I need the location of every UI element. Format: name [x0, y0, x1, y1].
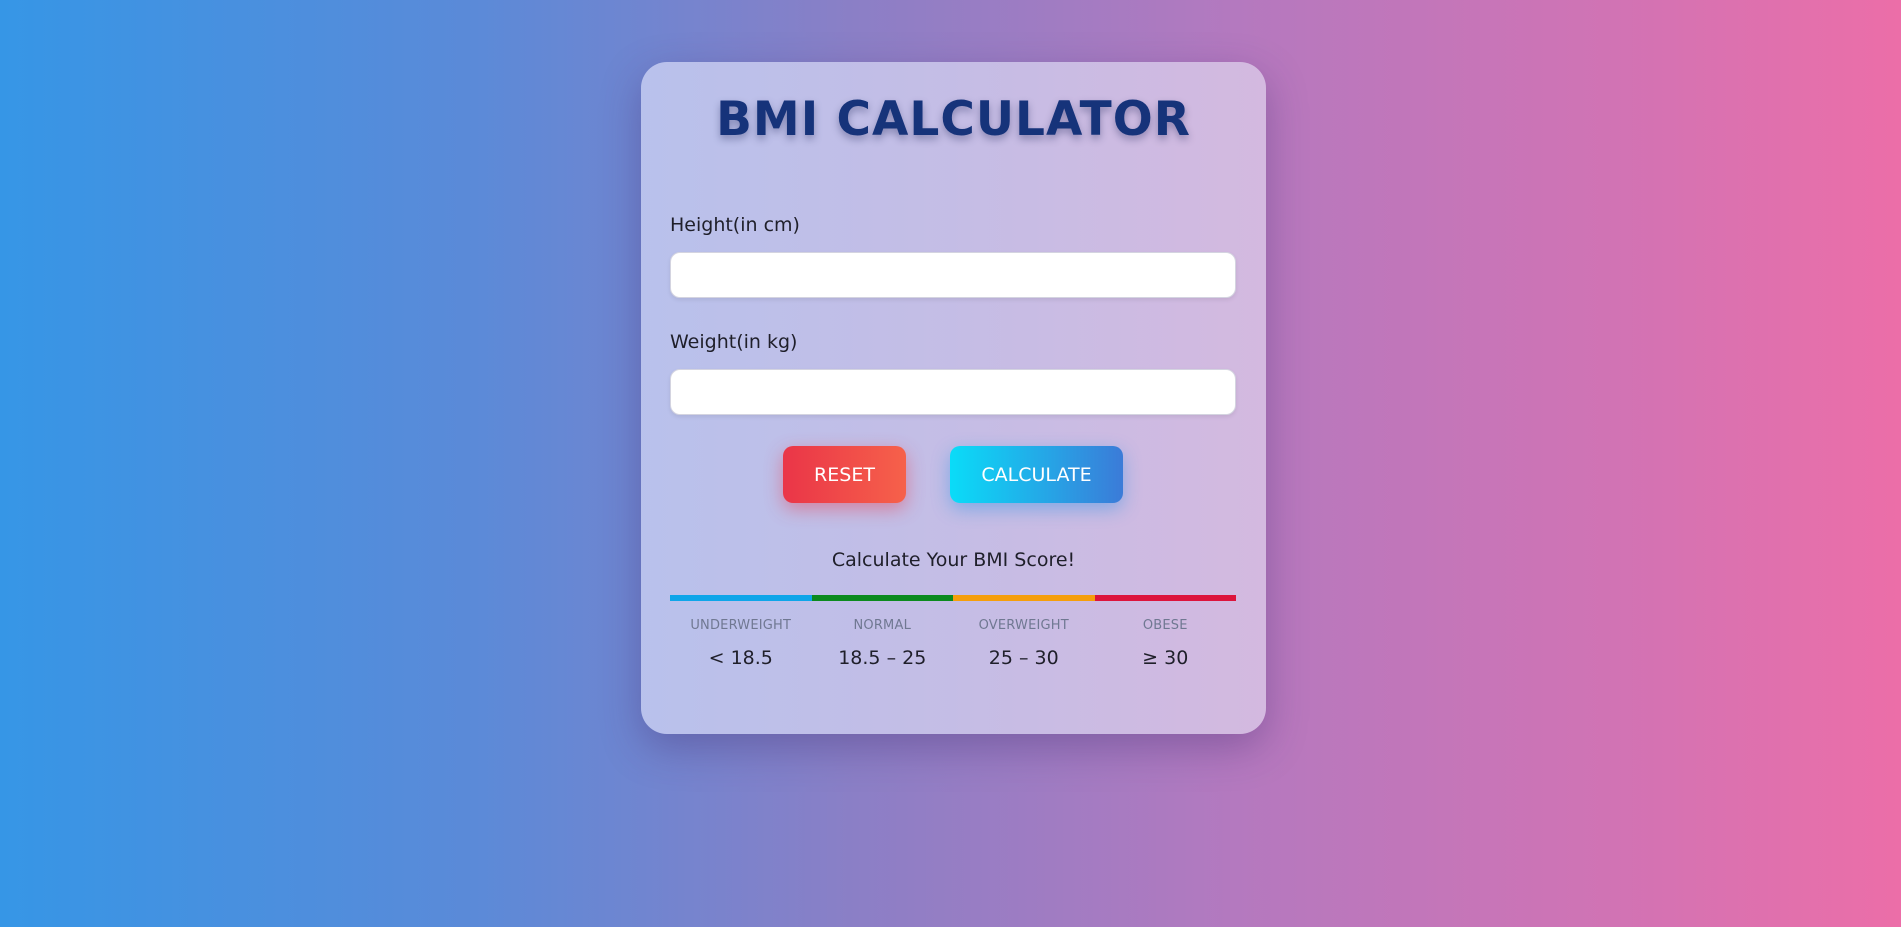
scale-category-name: UNDERWEIGHT	[690, 618, 792, 633]
scale-category-range: < 18.5	[708, 647, 773, 669]
scale-category-range: 18.5 – 25	[838, 647, 927, 669]
scale-category-name: NORMAL	[853, 618, 912, 633]
scale-column-underweight: UNDERWEIGHT < 18.5	[670, 601, 812, 669]
scale-category-range: ≥ 30	[1142, 647, 1189, 669]
scale-category-name: OVERWEIGHT	[978, 618, 1069, 633]
scale-column-overweight: OVERWEIGHT 25 – 30	[953, 601, 1095, 669]
height-label: Height(in cm)	[670, 214, 800, 236]
calculate-button[interactable]: CALCULATE	[950, 446, 1123, 503]
weight-input[interactable]	[670, 369, 1236, 415]
result-message: Calculate Your BMI Score!	[831, 549, 1076, 571]
height-input[interactable]	[670, 252, 1236, 298]
page-title: BMI CALCULATOR	[716, 92, 1191, 147]
scale-category-name: OBESE	[1142, 618, 1188, 633]
bmi-scale: UNDERWEIGHT < 18.5 NORMAL 18.5 – 25 OVER…	[670, 595, 1236, 669]
scale-category-range: 25 – 30	[988, 647, 1059, 669]
reset-button[interactable]: RESET	[783, 446, 906, 503]
bmi-card: BMI CALCULATOR Height(in cm) Weight(in k…	[641, 62, 1266, 734]
weight-label: Weight(in kg)	[670, 331, 798, 353]
scale-column-normal: NORMAL 18.5 – 25	[812, 601, 954, 669]
scale-column-obese: OBESE ≥ 30	[1095, 601, 1237, 669]
